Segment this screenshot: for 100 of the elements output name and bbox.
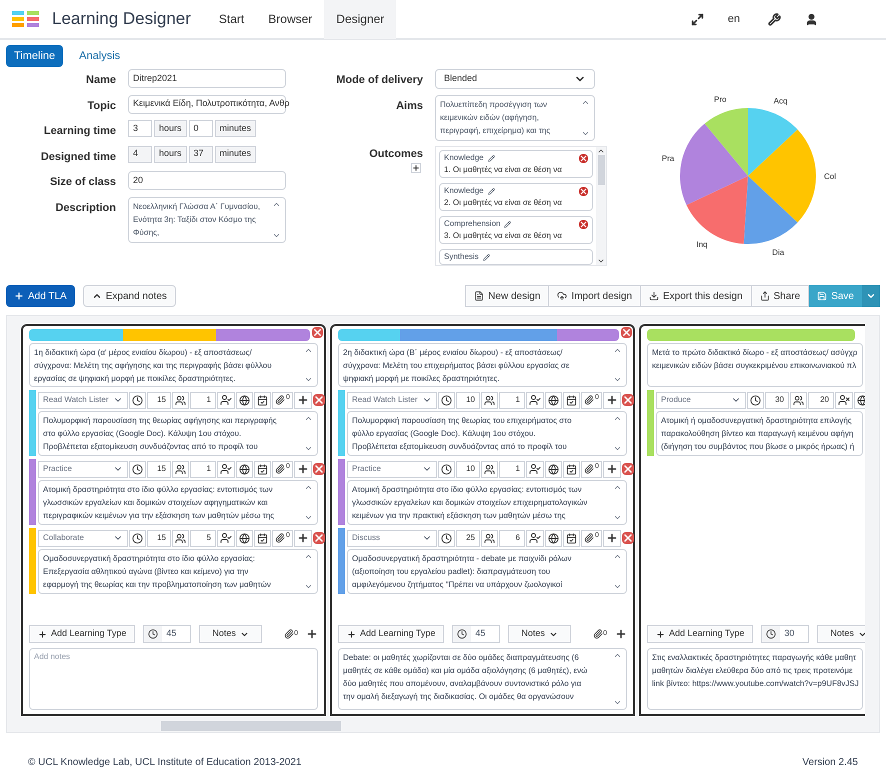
globe-icon[interactable] (239, 394, 250, 406)
minutes-field[interactable]: 10 (456, 460, 480, 478)
group-size-field[interactable]: 6 (499, 530, 525, 546)
calendar-icon[interactable] (566, 464, 577, 474)
delete-icon[interactable] (579, 154, 588, 162)
calendar-icon[interactable] (257, 532, 268, 544)
mode-select[interactable]: Blended (435, 69, 595, 89)
group-size-field[interactable]: 1 (499, 392, 525, 408)
notes-button[interactable]: Notes (817, 625, 865, 643)
delete-icon[interactable] (622, 394, 634, 406)
person-check-icon[interactable] (529, 394, 541, 406)
minutes-field[interactable]: 10 (456, 392, 480, 408)
learning-type-select[interactable]: Collaborate (38, 530, 128, 546)
learning-type-select[interactable]: Practice (347, 460, 437, 478)
outcome-field[interactable]: Knowledge 1. Οι μαθητές να είναι σε θέση να (439, 150, 593, 178)
delete-icon[interactable] (622, 463, 634, 475)
nav-tab[interactable]: Browser (256, 0, 324, 39)
activity-color-strip[interactable] (647, 390, 654, 456)
globe-icon[interactable] (239, 532, 250, 544)
paperclip-icon[interactable] (584, 533, 594, 543)
paperclip-icon[interactable] (284, 629, 294, 639)
paperclip-icon[interactable] (584, 395, 594, 405)
group-size-field[interactable]: 1 (499, 460, 525, 478)
pencil-icon[interactable] (482, 254, 490, 260)
hours-field[interactable]: 3 (128, 120, 152, 137)
minutes-field[interactable]: 25 (456, 530, 480, 546)
new-design-button[interactable]: New design (465, 285, 550, 307)
group-size-field[interactable]: 1 (190, 392, 216, 408)
add-icon[interactable] (296, 394, 309, 406)
activity-color-strip[interactable] (29, 528, 36, 594)
learning-type-select[interactable]: Practice (38, 460, 128, 478)
calendar-icon[interactable] (566, 532, 577, 544)
person-check-icon[interactable] (220, 394, 232, 406)
person-cross-icon[interactable] (838, 394, 850, 406)
add-icon[interactable] (296, 532, 309, 544)
expand-notes-button[interactable]: Expand notes (82, 285, 176, 307)
delete-icon[interactable] (312, 532, 325, 544)
add-icon[interactable] (306, 628, 318, 640)
export-design-button[interactable]: Export this design (640, 285, 752, 307)
activity-color-strip[interactable] (338, 390, 345, 456)
share-button[interactable]: Share (750, 285, 810, 307)
paperclip-icon[interactable] (593, 629, 604, 639)
calendar-icon[interactable] (257, 464, 268, 474)
globe-icon[interactable] (239, 464, 250, 474)
pencil-icon[interactable] (504, 220, 512, 228)
learning-type-select[interactable]: Discuss (347, 530, 437, 546)
learning-type-select[interactable]: Read Watch Lister (347, 392, 437, 408)
paperclip-icon[interactable] (275, 464, 285, 474)
globe-icon[interactable] (548, 394, 559, 406)
delete-icon[interactable] (579, 220, 588, 228)
group-size-field[interactable]: 5 (190, 530, 216, 546)
outcome-field[interactable]: Comprehension 3. Οι μαθητές να είναι σε θέση να (439, 216, 593, 244)
notes-field[interactable]: Στις εναλλακτικές δραστηριότητες παραγωγής κάθε μαθητ μαθητών διαλέγει ελεύθερα δύο από τις τρεις προτεινόμε link βίντεο: https://www.youtube.com/watch?v=p9UF8vJSJ (647, 648, 863, 710)
pencil-icon[interactable] (488, 188, 495, 194)
globe-icon[interactable] (548, 464, 559, 474)
add-icon[interactable] (296, 463, 309, 475)
delete-icon[interactable] (622, 532, 634, 544)
scroll-thumb[interactable] (598, 155, 604, 185)
add-icon[interactable] (606, 463, 618, 475)
notes-button[interactable]: Notes (508, 625, 571, 643)
learning-type-select[interactable]: Read Watch Lister (38, 392, 128, 408)
activity-color-strip[interactable] (29, 390, 36, 456)
settings-icon[interactable] (768, 12, 781, 26)
activity-color-strip[interactable] (338, 528, 345, 594)
pencil-icon[interactable] (488, 154, 495, 162)
calendar-icon[interactable] (566, 394, 577, 406)
add-icon[interactable] (606, 532, 618, 544)
add-learning-type-button[interactable]: Add Learning Type (29, 625, 136, 643)
minutes-field[interactable]: 15 (147, 392, 171, 408)
add-tla-button[interactable]: Add TLA (6, 285, 75, 307)
minutes-field[interactable]: 15 (147, 530, 171, 546)
person-check-icon[interactable] (529, 463, 541, 475)
add-icon[interactable] (606, 394, 618, 406)
group-size-field[interactable]: 20 (808, 392, 834, 408)
calendar-icon[interactable] (257, 394, 268, 406)
activity-text-field[interactable]: Ατομική ή ομαδοσυνεργατική δραστηριότητα επιλογής παρακολούθηση βίντεο και παραγωγή κειμένου αφήγη (διήγηση του συμβάντος που βίωσε ο μικρός ήρωας) ή (656, 411, 863, 456)
nav-tab[interactable]: Start (206, 0, 256, 39)
session-text-field[interactable]: Μετά το πρώτο διδακτικό δίωρο - εξ αποστάσεως/ ασύγχρ κειμενικών ειδών βάσει συγκεκριμένου επικοινωνιακού πλ (647, 343, 863, 387)
nav-tab[interactable]: Designer (324, 0, 396, 39)
language-button[interactable]: en (728, 10, 740, 28)
delete-icon[interactable] (312, 463, 325, 475)
user-icon[interactable] (805, 12, 818, 26)
fullscreen-icon[interactable] (690, 12, 704, 26)
person-check-icon[interactable] (220, 463, 232, 475)
add-learning-type-button[interactable]: Add Learning Type (338, 625, 444, 643)
globe-icon[interactable] (548, 532, 559, 544)
outcome-field[interactable]: Knowledge 2. Οι μαθητές να είναι σε θέση να (439, 183, 593, 211)
paperclip-icon[interactable] (584, 464, 594, 474)
outcome-field[interactable]: Synthesis (439, 249, 593, 265)
scroll-up-icon[interactable] (597, 147, 605, 155)
paperclip-icon[interactable] (275, 395, 285, 405)
paperclip-icon[interactable] (275, 533, 285, 543)
minutes-field[interactable]: 0 (188, 120, 213, 137)
add-icon[interactable] (411, 162, 421, 172)
delete-icon[interactable] (312, 394, 325, 406)
save-options-button[interactable] (862, 285, 880, 307)
text-field[interactable]: 20 (128, 171, 286, 190)
person-check-icon[interactable] (220, 532, 232, 544)
scrollbar[interactable] (596, 147, 606, 265)
group-size-field[interactable]: 1 (190, 460, 216, 478)
